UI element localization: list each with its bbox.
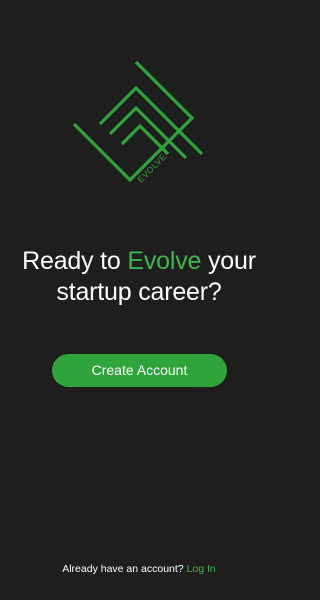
evolve-logo: EVOLVE: [70, 52, 208, 192]
headline-prefix: Ready to: [22, 247, 128, 275]
log-in-link[interactable]: Log In: [187, 563, 216, 575]
evolve-logo-icon: EVOLVE: [72, 60, 204, 184]
headline-accent: Evolve: [127, 247, 202, 275]
headline: Ready to Evolve your startup career?: [0, 246, 278, 308]
create-account-button[interactable]: Create Account: [52, 354, 227, 387]
login-prompt-text: Already have an account?: [62, 563, 187, 575]
login-prompt: Already have an account? Log In: [0, 562, 278, 576]
